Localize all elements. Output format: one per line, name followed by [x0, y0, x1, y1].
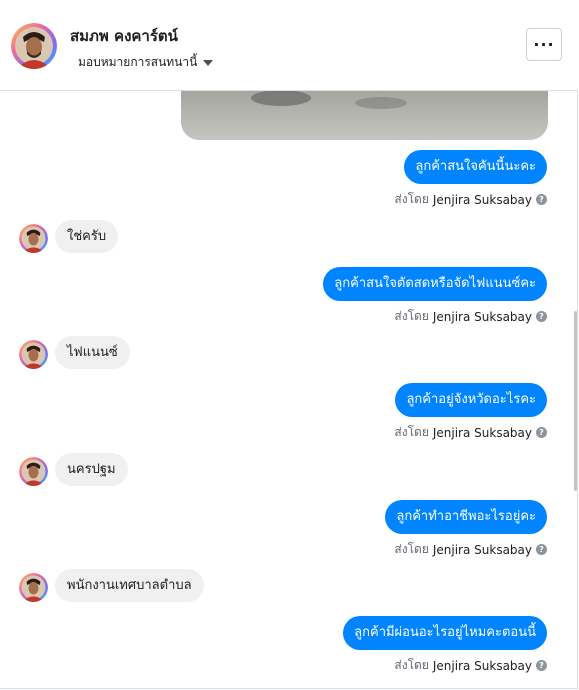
caret-down-icon — [203, 59, 214, 66]
more-dots-icon: ··· — [533, 35, 555, 54]
sent-by-meta: ส่งโดย Jenjira Suksabay ? — [394, 423, 547, 442]
sent-by-agent-name: Jenjira Suksabay — [432, 425, 532, 440]
sent-by-prefix: ส่งโดย — [394, 309, 429, 323]
assign-label: มอบหมายการสนทนานี้ — [78, 55, 198, 69]
assign-conversation-dropdown[interactable]: มอบหมายการสนทนานี้ — [78, 53, 214, 72]
contact-avatar-small — [19, 457, 48, 486]
contact-avatar[interactable] — [11, 23, 57, 69]
sent-by-prefix: ส่งโดย — [394, 425, 429, 439]
sent-by-meta: ส่งโดย Jenjira Suksabay ? — [394, 656, 547, 675]
more-options-button[interactable]: ··· — [526, 28, 562, 61]
sent-by-agent-name: Jenjira Suksabay — [432, 192, 532, 207]
incoming-message[interactable]: ไฟแนนซ์ — [55, 336, 130, 369]
outgoing-message[interactable]: ลูกค้ามีผ่อนอะไรอยู่ไหมคะตอนนี้ — [343, 616, 547, 650]
incoming-message[interactable]: พนักงานเทศบาลตำบล — [55, 569, 204, 602]
question-circle-icon[interactable]: ? — [536, 544, 547, 555]
question-circle-icon[interactable]: ? — [536, 194, 547, 205]
image-attachment[interactable] — [181, 91, 548, 140]
conversation-header: สมภพ คงคาร์ตน์ มอบหมายการสนทนานี้ ··· — [0, 0, 578, 91]
sent-by-prefix: ส่งโดย — [394, 542, 429, 556]
sent-by-meta: ส่งโดย Jenjira Suksabay ? — [394, 307, 547, 326]
contact-avatar-small — [19, 340, 48, 369]
message-thread: ลูกค้าสนใจคันนี้นะคะ ส่งโดย Jenjira Suks… — [0, 91, 578, 690]
outgoing-message[interactable]: ลูกค้าสนใจตัดสดหรือจัดไฟแนนซ์คะ — [323, 267, 547, 301]
question-circle-icon[interactable]: ? — [536, 311, 547, 322]
sent-by-agent-name: Jenjira Suksabay — [432, 542, 532, 557]
outgoing-message[interactable]: ลูกค้าอยู่จังหวัดอะไรคะ — [395, 383, 547, 417]
contact-avatar-small — [19, 573, 48, 602]
question-circle-icon[interactable]: ? — [536, 660, 547, 671]
contact-avatar-small — [19, 224, 48, 253]
contact-name: สมภพ คงคาร์ตน์ — [70, 27, 178, 45]
sent-by-meta: ส่งโดย Jenjira Suksabay ? — [394, 540, 547, 559]
sent-by-agent-name: Jenjira Suksabay — [432, 658, 532, 673]
incoming-message[interactable]: นครปฐม — [55, 453, 128, 486]
sent-by-prefix: ส่งโดย — [394, 192, 429, 206]
outgoing-message[interactable]: ลูกค้าสนใจคันนี้นะคะ — [404, 150, 547, 184]
scrollbar-thumb[interactable] — [574, 311, 577, 491]
outgoing-message[interactable]: ลูกค้าทำอาชีพอะไรอยู่คะ — [385, 500, 547, 534]
sent-by-agent-name: Jenjira Suksabay — [432, 309, 532, 324]
sent-by-prefix: ส่งโดย — [394, 658, 429, 672]
incoming-message[interactable]: ใช่ครับ — [55, 220, 119, 253]
sent-by-meta: ส่งโดย Jenjira Suksabay ? — [394, 190, 547, 209]
question-circle-icon[interactable]: ? — [536, 427, 547, 438]
